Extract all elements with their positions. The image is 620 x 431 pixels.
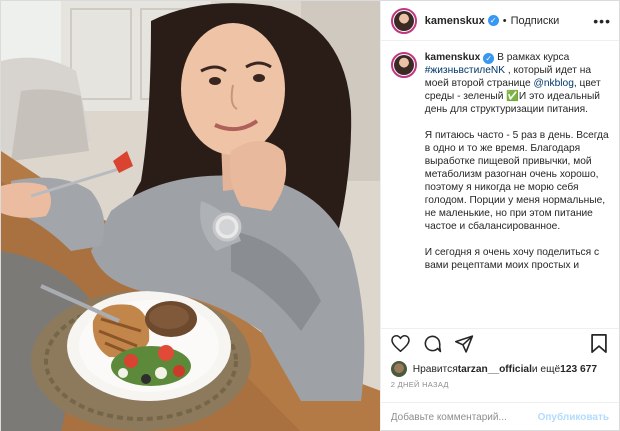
caption-username[interactable]: kamenskux xyxy=(425,52,481,63)
publish-button[interactable]: Опубликовать xyxy=(538,412,609,423)
header-username[interactable]: kamenskux xyxy=(425,15,485,27)
comment-icon[interactable] xyxy=(423,334,443,354)
post-timestamp[interactable]: 2 ДНЕЙ НАЗАД xyxy=(381,380,619,396)
following-button[interactable]: Подписки xyxy=(511,15,560,27)
post-header: kamenskux ✓ • Подписки ••• xyxy=(380,1,619,41)
likes-count[interactable]: 123 677 xyxy=(560,364,597,375)
likes-prefix: Нравится xyxy=(412,363,458,375)
comment-box: Опубликовать xyxy=(380,402,619,431)
mention-link[interactable]: @nkblog xyxy=(534,78,574,89)
hashtag-link[interactable]: #жизньвстилеNK xyxy=(425,65,505,76)
verified-badge-icon: ✓ xyxy=(487,15,499,26)
heart-icon[interactable] xyxy=(391,334,411,354)
share-icon[interactable] xyxy=(455,334,475,354)
instagram-post: kamenskux ✓ • Подписки ••• kamenskux ✓ В … xyxy=(0,0,620,431)
caption-text: kamenskux ✓ В рамках курса #жизньвстилеNK… xyxy=(425,51,609,328)
likes-middle: и ещё xyxy=(531,363,561,375)
liker-avatar[interactable] xyxy=(390,361,407,377)
photo-image xyxy=(1,1,380,431)
caption-avatar[interactable] xyxy=(390,52,417,78)
avatar[interactable] xyxy=(390,7,417,34)
post-photo[interactable] xyxy=(1,1,380,431)
more-options-icon[interactable]: ••• xyxy=(593,13,611,29)
liker-username[interactable]: tarzan__official xyxy=(458,364,532,375)
verified-badge-icon: ✓ xyxy=(483,53,495,64)
comment-input[interactable] xyxy=(390,412,538,423)
caption-area: kamenskux ✓ В рамках курса #жизньвстилеNK… xyxy=(381,41,619,328)
caption-paragraph-2: Я питаюсь часто - 5 раз в день. Всегда в… xyxy=(424,130,609,232)
likes-row: Нравится tarzan__official и ещё 123 677 xyxy=(381,358,619,380)
post-sidebar: kamenskux ✓ • Подписки ••• kamenskux ✓ В … xyxy=(379,1,619,431)
bookmark-icon[interactable] xyxy=(589,334,609,354)
action-bar xyxy=(380,328,619,358)
caption-part-1: В рамках курса xyxy=(497,52,570,63)
header-separator: • xyxy=(502,14,507,27)
caption-paragraph-3: И сегодня я очень хочу поделиться с вами… xyxy=(424,247,600,271)
